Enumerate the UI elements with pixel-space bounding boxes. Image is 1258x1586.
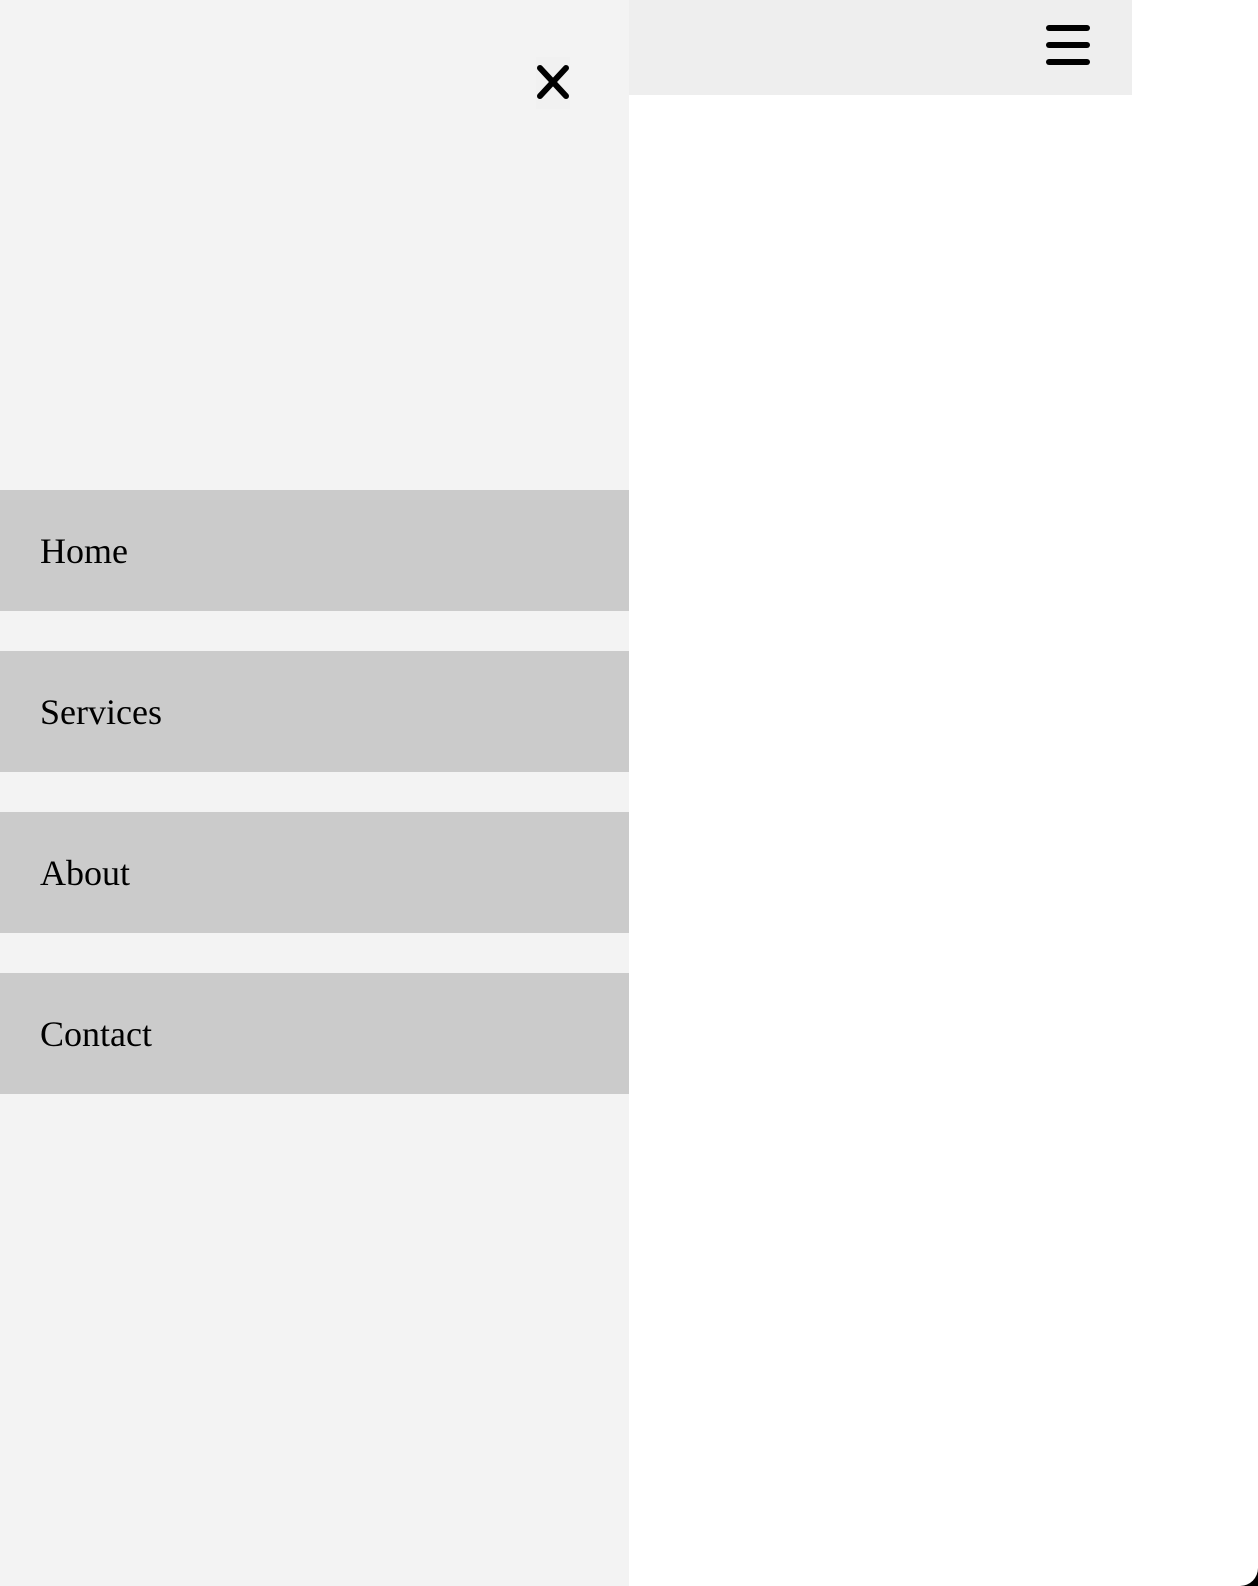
nav-item-label: Contact — [40, 1013, 152, 1054]
close-icon — [537, 65, 569, 99]
nav-item-services[interactable]: Services — [0, 651, 629, 772]
nav-item-label: Home — [40, 530, 128, 571]
hamburger-line — [1046, 42, 1090, 48]
nav-item-label: About — [40, 852, 130, 893]
app-viewport: Home Services About Contact — [0, 0, 1258, 1586]
nav-item-home[interactable]: Home — [0, 490, 629, 611]
hamburger-line — [1046, 59, 1090, 65]
hamburger-menu-icon[interactable] — [1044, 22, 1092, 68]
side-navigation-drawer: Home Services About Contact — [0, 0, 629, 1586]
nav-item-label: Services — [40, 691, 162, 732]
nav-item-about[interactable]: About — [0, 812, 629, 933]
close-drawer-button[interactable] — [536, 57, 570, 109]
drawer-nav-list: Home Services About Contact — [0, 490, 629, 1134]
hamburger-line — [1046, 25, 1090, 31]
nav-item-contact[interactable]: Contact — [0, 973, 629, 1094]
